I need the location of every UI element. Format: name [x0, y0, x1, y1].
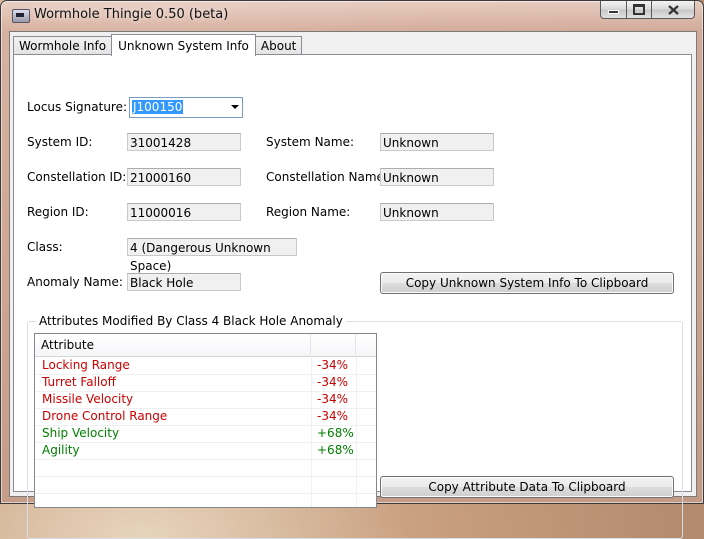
tab-label: Wormhole Info	[19, 39, 107, 53]
app-icon	[12, 9, 30, 23]
minimize-button[interactable]	[600, 1, 627, 19]
caption-buttons	[600, 1, 695, 19]
table-row[interactable]	[35, 476, 376, 494]
table-row[interactable]: Agility +68%	[35, 442, 376, 460]
attributes-group-title: Attributes Modified By Class 4 Black Hol…	[36, 314, 346, 328]
locus-signature-combobox[interactable]: J100150	[129, 97, 243, 118]
tab-unknown-system-info[interactable]: Unknown System Info	[111, 34, 256, 56]
region-id-label: Region ID:	[27, 205, 89, 219]
system-id-label: System ID:	[27, 135, 93, 149]
copy-system-info-button[interactable]: Copy Unknown System Info To Clipboard	[380, 272, 674, 294]
attribute-value: -34%	[317, 392, 349, 406]
attribute-name: Ship Velocity	[42, 426, 120, 440]
table-row[interactable]	[35, 493, 376, 507]
unknown-system-info-panel: Locus Signature: J100150 System ID: 3100…	[13, 54, 692, 539]
window-title: Wormhole Thingie 0.50 (beta)	[34, 7, 229, 22]
table-row[interactable]: Missile Velocity -34%	[35, 391, 376, 409]
attribute-name: Locking Range	[42, 358, 130, 372]
table-row[interactable]: Turret Falloff -34%	[35, 374, 376, 392]
constellation-name-field[interactable]: Unknown	[380, 168, 494, 186]
locus-signature-label: Locus Signature:	[27, 100, 128, 114]
close-button[interactable]	[652, 1, 695, 19]
column-header-value[interactable]	[311, 334, 356, 356]
system-id-field[interactable]: 31001428	[127, 133, 241, 151]
anomaly-name-label: Anomaly Name:	[27, 275, 123, 289]
tab-strip: Wormhole Info Unknown System Info About	[13, 34, 303, 56]
class-label: Class:	[27, 240, 63, 254]
title-bar[interactable]: Wormhole Thingie 0.50 (beta)	[1, 1, 703, 31]
attribute-value: +68%	[317, 426, 354, 440]
table-row[interactable]	[35, 459, 376, 477]
system-name-label: System Name:	[266, 135, 355, 149]
column-header-attribute[interactable]: Attribute	[35, 334, 311, 356]
attribute-name: Missile Velocity	[42, 392, 134, 406]
table-row[interactable]: Drone Control Range -34%	[35, 408, 376, 426]
region-name-field[interactable]: Unknown	[380, 203, 494, 221]
constellation-id-field[interactable]: 21000160	[127, 168, 241, 186]
attribute-name: Agility	[42, 443, 80, 457]
copy-attributes-button[interactable]: Copy Attribute Data To Clipboard	[380, 476, 674, 498]
attribute-value: -34%	[317, 409, 349, 423]
attribute-value: -34%	[317, 358, 349, 372]
main-window: Wormhole Thingie 0.50 (beta) Wormhole In…	[0, 0, 704, 539]
maximize-icon	[633, 4, 645, 15]
chevron-down-icon[interactable]	[231, 105, 239, 109]
constellation-name-label: Constellation Name:	[266, 170, 388, 184]
anomaly-name-field[interactable]: Black Hole	[127, 273, 241, 291]
constellation-id-label: Constellation ID:	[27, 170, 127, 184]
attributes-listview[interactable]: Attribute Locking Range -34% Turret Fallof…	[34, 333, 377, 508]
tab-wormhole-info[interactable]: Wormhole Info	[13, 36, 113, 55]
minimize-icon	[608, 10, 619, 14]
system-name-field[interactable]: Unknown	[380, 133, 494, 151]
table-row[interactable]: Ship Velocity +68%	[35, 425, 376, 443]
attribute-name: Drone Control Range	[42, 409, 168, 423]
attribute-value: -34%	[317, 375, 349, 389]
maximize-button[interactable]	[627, 1, 652, 19]
region-name-label: Region Name:	[266, 205, 351, 219]
tab-about[interactable]: About	[254, 36, 303, 55]
tab-label: About	[260, 39, 297, 53]
locus-signature-value: J100150	[132, 100, 184, 114]
class-field[interactable]: 4 (Dangerous Unknown Space)	[127, 238, 297, 273]
client-area: Wormhole Info Unknown System Info About …	[9, 31, 697, 539]
attribute-name: Turret Falloff	[42, 375, 116, 389]
tab-label: Unknown System Info	[118, 38, 249, 53]
close-icon	[667, 4, 679, 15]
attribute-value: +68%	[317, 443, 354, 457]
region-id-field[interactable]: 11000016	[127, 203, 241, 221]
table-row[interactable]: Locking Range -34%	[35, 357, 376, 375]
list-header: Attribute	[35, 334, 376, 357]
